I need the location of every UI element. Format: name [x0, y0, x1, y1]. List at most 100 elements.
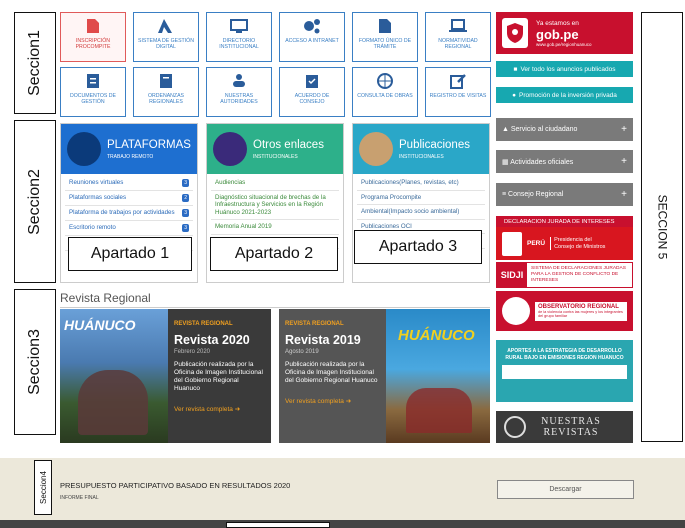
- revista-desc: Publicación realizada por la Oficina de …: [285, 361, 378, 384]
- document-icon: [84, 17, 102, 35]
- revista-tag: REVISTA REGIONAL: [285, 321, 344, 327]
- card-link-item[interactable]: Escritorio remoto 3: [65, 221, 193, 236]
- card-link-label: Diagnóstico situacional de brechas de la…: [215, 193, 326, 216]
- tile-formato-único-de-trámite[interactable]: Formato Único de Trámite: [352, 12, 418, 62]
- section-1-label: Seccion1: [14, 12, 56, 114]
- tile-nuestras-autoridades[interactable]: Nuestras Autoridades: [206, 67, 272, 117]
- descargar-button[interactable]: Descargar: [497, 480, 634, 499]
- card-link-item[interactable]: Reuniones virtuales 3: [65, 176, 193, 191]
- card-link-item[interactable]: Audiencias: [211, 176, 339, 191]
- revista-2019-card[interactable]: REVISTA REGIONAL Revista 2019 Agosto 201…: [279, 309, 490, 443]
- card-link-label: Plataforma de trabajos por actividades: [69, 209, 175, 216]
- observatorio-sub: de la violencia contra las mujeres y los…: [538, 309, 623, 319]
- card-subtitle: Institucionales: [399, 153, 444, 160]
- adobe-icon: [157, 17, 175, 35]
- card-link-item[interactable]: Publicaciones(Planes, revistas, etc): [357, 176, 485, 191]
- laptop-icon: [449, 17, 467, 35]
- card-link-label: Plataformas sociales: [69, 194, 127, 201]
- tile-acceso-a-intranet[interactable]: Acceso a Intranet: [279, 12, 345, 62]
- tile-inscripción-procompite[interactable]: Inscripción Procompite: [60, 12, 126, 62]
- tile-ordenanzas-regionales[interactable]: Ordenanzas Regionales: [133, 67, 199, 117]
- tile-label: Nuestras Autoridades: [220, 93, 258, 105]
- tile-consulta-de-obras[interactable]: Consulta de Obras: [352, 67, 418, 117]
- servicio-ciudadano-button[interactable]: ▲ Servicio al ciudadano +: [496, 118, 633, 141]
- card-link-label: Memoria Anual 2019: [215, 223, 272, 230]
- card-header[interactable]: Otros enlaces Institucionales: [207, 124, 343, 174]
- section-2-label: Seccion2: [14, 120, 56, 283]
- peru-label: PERÚ: [527, 240, 546, 247]
- tile-documentos-de-gestión[interactable]: Documentos de Gestión: [60, 67, 126, 117]
- revista-2020-cover: HUÁNUCO: [60, 309, 168, 443]
- gobpe-line3: www.gob.pe/regionhuanuco: [536, 41, 592, 47]
- revista-2019-cover: HUÁNUCO: [386, 309, 490, 443]
- gobpe-banner[interactable]: Ya estamos en gob.pe www.gob.pe/regionhu…: [496, 12, 633, 54]
- apartado-2-label: Apartado 2: [210, 237, 338, 271]
- edit-icon: [449, 72, 467, 90]
- revista-tag: REVISTA REGIONAL: [174, 321, 233, 327]
- anuncios-button[interactable]: ■ Ver todo los anuncios publicados: [496, 61, 633, 77]
- book-icon: [504, 416, 526, 438]
- tile-acuerdo-de-consejo[interactable]: Acuerdo de Consejo: [279, 67, 345, 117]
- sidji-text: SISTEMA DE DECLARACIONES JURADAS PARA LA…: [531, 266, 626, 283]
- aportes-text: APORTES A LA ESTRATEGIA DE DESARROLLO RU…: [505, 348, 624, 361]
- dancers-photo: [406, 388, 472, 433]
- book-icon: [157, 72, 175, 90]
- tile-normatividad-regional[interactable]: Normatividad Regional: [425, 12, 491, 62]
- tile-label: Registro de Visitas: [429, 93, 487, 99]
- tile-registro-de-visitas[interactable]: Registro de Visitas: [425, 67, 491, 117]
- peru-shield-icon: [502, 18, 528, 48]
- person-photo: [359, 132, 393, 166]
- sidji-banner[interactable]: SIDJI SISTEMA DE DECLARACIONES JURADAS P…: [496, 262, 633, 288]
- tile-label: Sistema de Gestión Digital: [138, 38, 194, 50]
- pcm-banner[interactable]: PERÚ Presidencia del Consejo de Ministro…: [496, 227, 633, 260]
- clipboard-icon: [303, 72, 321, 90]
- revista-date: Febrero 2020: [174, 349, 211, 355]
- tile-label: Directorio Institucional: [219, 38, 259, 50]
- card-subtitle: Institucionales: [253, 153, 298, 160]
- ver-revista-link[interactable]: Ver revista completa ➜: [174, 405, 265, 413]
- observatorio-banner[interactable]: OBSERVATORIO REGIONAL de la violencia co…: [496, 291, 633, 331]
- card-link-item[interactable]: Diagnóstico situacional de brechas de la…: [211, 191, 339, 220]
- footer-title: PRESUPUESTO PARTICIPATIVO BASADO EN RESU…: [60, 481, 291, 490]
- gobpe-line2: gob.pe: [536, 26, 579, 42]
- megaphone-icon: ■: [513, 65, 518, 73]
- observatorio-title: OBSERVATORIO REGIONAL: [538, 303, 619, 310]
- people-photo: [78, 370, 148, 435]
- card-link-label: Publicaciones OCI: [361, 222, 412, 230]
- aportes-banner[interactable]: APORTES A LA ESTRATEGIA DE DESARROLLO RU…: [496, 340, 633, 402]
- consejo-regional-button[interactable]: ≡ Consejo Regional +: [496, 183, 633, 206]
- tile-directorio-institucional[interactable]: Directorio Institucional: [206, 12, 272, 62]
- sidji-logo: SIDJI: [497, 263, 527, 287]
- plus-icon: +: [621, 156, 627, 167]
- tile-label: Inscripción Procompite: [75, 38, 111, 50]
- tile-sistema-de-gestión-digital[interactable]: Sistema de Gestión Digital: [133, 12, 199, 62]
- card-link-item[interactable]: Plataformas sociales 2: [65, 191, 193, 206]
- list-icon: [84, 72, 102, 90]
- observatorio-logo-icon: [502, 297, 530, 325]
- tile-label: Formato Único de Trámite: [358, 38, 412, 50]
- promocion-button[interactable]: ● Promoción de la inversión privada: [496, 87, 633, 103]
- card-link-item[interactable]: Programa Procompite: [357, 191, 485, 205]
- tile-label: Documentos de Gestión: [69, 93, 117, 105]
- tile-label: Consulta de Obras: [357, 93, 413, 99]
- actividades-oficiales-button[interactable]: ▦ Actividades oficiales +: [496, 150, 633, 173]
- revista-title: Revista 2019: [285, 333, 361, 347]
- nuestras-revistas-banner[interactable]: NUESTRAS REVISTAS: [496, 411, 633, 443]
- card-header[interactable]: PLATAFORMAS Trabajo remoto: [61, 124, 197, 174]
- card-link-item[interactable]: Plataforma de trabajos por actividades 3: [65, 206, 193, 221]
- revista-2020-card[interactable]: HUÁNUCO REVISTA REGIONAL Revista 2020 Fe…: [60, 309, 271, 443]
- declaracion-jurada-title: DECLARACION JURADA DE INTERESES: [496, 216, 633, 227]
- card-link-item[interactable]: Ambiental(Impacto socio ambiental): [357, 205, 485, 220]
- monitor-icon: [230, 17, 248, 35]
- globe-icon: ●: [512, 91, 516, 99]
- ver-revista-link[interactable]: Ver revista completa ➜: [285, 397, 380, 405]
- tile-label: Acuerdo de Consejo: [294, 93, 330, 105]
- revista-title: Revista 2020: [174, 333, 250, 347]
- card-header[interactable]: Publicaciones Institucionales: [353, 124, 489, 174]
- partner-logos: [502, 365, 627, 379]
- bottom-white-box: [226, 522, 330, 528]
- card-link-label: Escritorio remoto: [69, 224, 116, 231]
- huanuco-title: HUÁNUCO: [398, 327, 475, 344]
- card-link-item[interactable]: Memoria Anual 2019: [211, 220, 339, 235]
- file-icon: [376, 17, 394, 35]
